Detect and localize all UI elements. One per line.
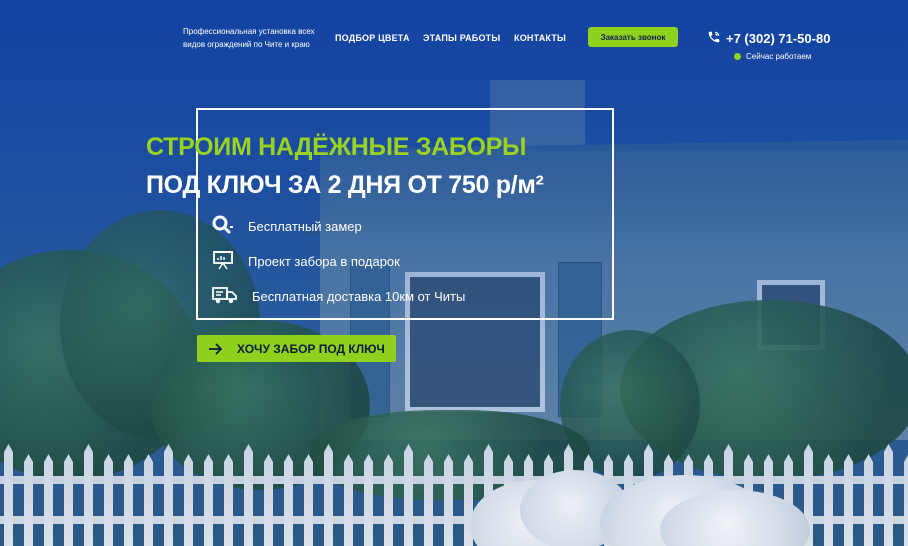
phone-number[interactable]: +7 (302) 71-50-80 <box>726 31 830 46</box>
feature-text: Бесплатный замер <box>248 218 362 234</box>
hero-title-line1: СТРОИМ НАДЁЖНЫЕ ЗАБОРЫ <box>146 133 527 161</box>
feature-text: Бесплатная доставка 10км от Читы <box>252 288 466 304</box>
order-fence-button[interactable]: ХОЧУ ЗАБОР ПОД КЛЮЧ <box>197 335 396 362</box>
search-icon <box>212 215 234 238</box>
feature-text: Проект забора в подарок <box>248 253 400 269</box>
feature-item: Проект забора в подарок <box>212 250 400 272</box>
phone-block[interactable]: +7 (302) 71-50-80 <box>707 30 830 47</box>
company-tagline: Профессиональная установка всех видов ог… <box>183 27 315 49</box>
hero-title-line2: ПОД КЛЮЧ ЗА 2 ДНЯ ОТ 750 р/м² <box>146 171 544 199</box>
arrow-right-icon <box>209 342 223 355</box>
status-dot <box>734 53 741 60</box>
working-status: Сейчас работаем <box>734 52 811 61</box>
request-call-button[interactable]: Заказать звонок <box>588 27 678 47</box>
phone-icon <box>707 30 721 47</box>
delivery-truck-icon <box>212 285 238 308</box>
feature-item: Бесплатный замер <box>212 215 362 237</box>
feature-item: Бесплатная доставка 10км от Читы <box>212 285 465 307</box>
nav-link-contacts[interactable]: КОНТАКТЫ <box>514 33 566 43</box>
nav-link-color-selection[interactable]: ПОДБОР ЦВЕТА <box>335 33 410 43</box>
nav-link-work-stages[interactable]: ЭТАПЫ РАБОТЫ <box>423 33 500 43</box>
order-fence-label[interactable]: ХОЧУ ЗАБОР ПОД КЛЮЧ <box>237 342 385 356</box>
presentation-board-icon <box>212 249 234 274</box>
status-text: Сейчас работаем <box>746 52 812 61</box>
